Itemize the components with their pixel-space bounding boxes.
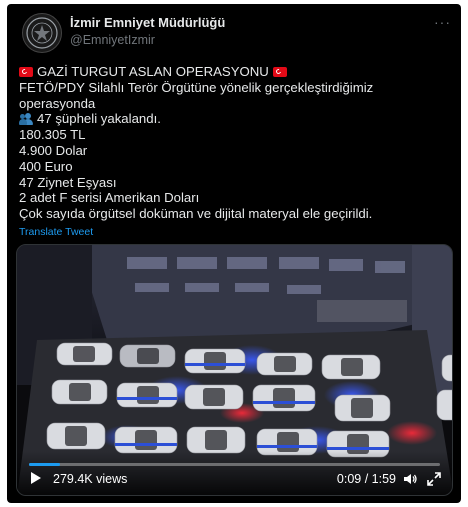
turkey-flag-icon (19, 66, 33, 77)
video-controls: 279.4K views 0:09 / 1:59 (17, 451, 452, 495)
tweet-line: 4.900 Dolar (19, 142, 88, 158)
tweet-line: 47 Ziynet Eşyası (19, 174, 117, 190)
speaker-icon[interactable] (402, 471, 418, 487)
suspects-text: 47 şüpheli yakalandı. (37, 111, 161, 127)
more-options-icon[interactable]: ··· (434, 14, 451, 30)
police-emblem-icon (26, 17, 58, 49)
tweet-text: GAZİ TURGUT ASLAN OPERASYONU FETÖ/PDY Si… (19, 64, 449, 222)
busts-in-silhouette-icon (19, 113, 33, 126)
tweet-line: Çok sayıda örgütsel doküman ve dijital m… (19, 206, 373, 222)
tweet-line: 180.305 TL (19, 127, 86, 143)
account-name[interactable]: İzmir Emniyet Müdürlüğü (70, 15, 225, 30)
video-player[interactable]: 279.4K views 0:09 / 1:59 (16, 244, 453, 496)
account-handle[interactable]: @EmniyetIzmir (70, 33, 155, 47)
video-time: 0:09 / 1:59 (336, 472, 396, 486)
tweet-line-suspects: 47 şüpheli yakalandı. (19, 111, 449, 127)
play-icon[interactable] (31, 472, 41, 484)
tweet-line-title: GAZİ TURGUT ASLAN OPERASYONU (19, 64, 449, 80)
view-count: 279.4K views (53, 472, 128, 486)
turkey-flag-icon (272, 66, 287, 77)
video-progress-fill (29, 463, 61, 466)
tweet-card[interactable]: İzmir Emniyet Müdürlüğü @EmniyetIzmir ··… (7, 4, 461, 503)
tweet-line: operasyonda (19, 95, 96, 111)
profile-avatar[interactable] (22, 13, 62, 53)
operation-title: GAZİ TURGUT ASLAN OPERASYONU (37, 64, 269, 79)
tweet-line: FETÖ/PDY Silahlı Terör Örgütüne yönelik … (19, 79, 374, 95)
expand-icon[interactable] (426, 471, 442, 487)
tweet-line: 400 Euro (19, 158, 73, 174)
video-progress-bar[interactable] (29, 463, 440, 466)
tweet-line: 2 adet F serisi Amerikan Doları (19, 190, 200, 206)
translate-tweet-link[interactable]: Translate Tweet (19, 226, 93, 238)
